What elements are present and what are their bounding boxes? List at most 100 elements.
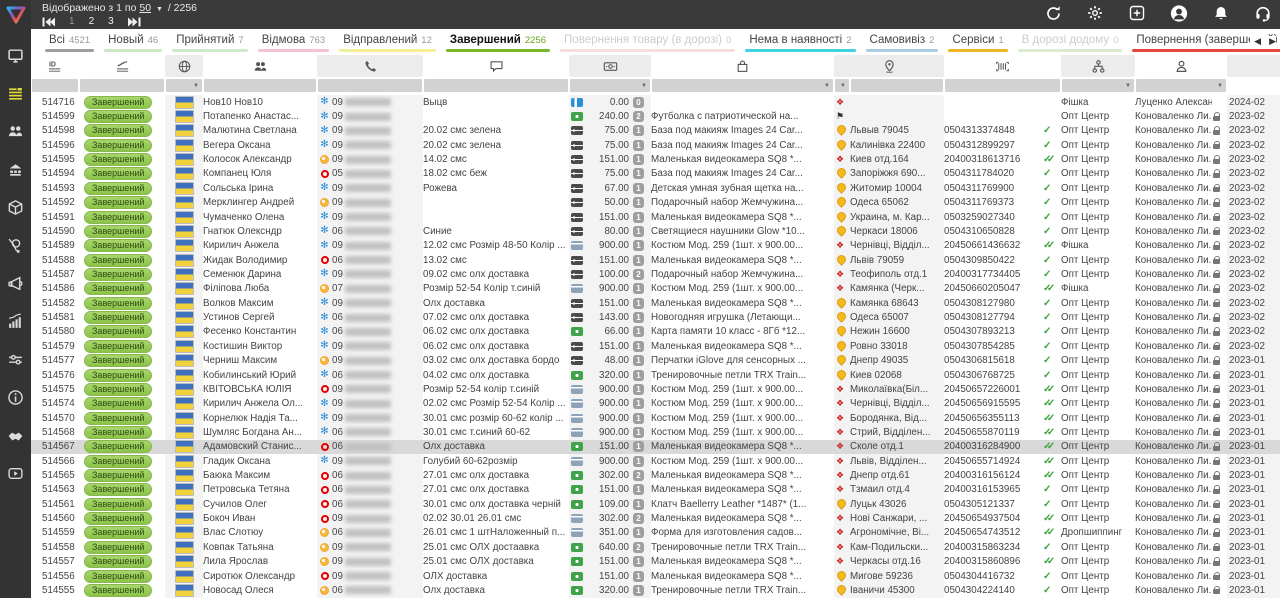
tab-сервіси[interactable]: Сервіси1 bbox=[948, 29, 1007, 52]
table-row[interactable]: 514599ЗавершенийПотапенко Анастас...✻092… bbox=[31, 109, 1280, 123]
tab-відправлений[interactable]: Відправлений12 bbox=[339, 29, 436, 52]
tab-нема-в-наявності[interactable]: Нема в наявності2 bbox=[745, 29, 855, 52]
filter-input-people-icon[interactable] bbox=[204, 79, 316, 92]
table-row[interactable]: 514594ЗавершенийКомпанец Юля0518.02 смс … bbox=[31, 167, 1280, 181]
bell-icon[interactable] bbox=[1212, 4, 1230, 22]
table-row[interactable]: 514593ЗавершенийСольська Ірина✻09Рожева6… bbox=[31, 181, 1280, 195]
table-row[interactable]: 514568ЗавершенийШумляс Богдана Ан...✻063… bbox=[31, 425, 1280, 439]
table-row[interactable]: 514591ЗавершенийЧумаченко Олена✻09151.00… bbox=[31, 210, 1280, 224]
tab-новый[interactable]: Новый46 bbox=[104, 29, 162, 52]
table-row[interactable]: 514557ЗавершенийЛила Ярослав0925.01 смс … bbox=[31, 555, 1280, 569]
per-page-dropdown[interactable]: 50 bbox=[139, 2, 151, 14]
header-bag-icon[interactable] bbox=[651, 55, 834, 77]
sidebar-item-stats-chart-icon[interactable] bbox=[0, 302, 31, 340]
table-row[interactable]: 514556ЗавершенийСиротюк Олександр09ОЛХ д… bbox=[31, 569, 1280, 583]
page-button-3[interactable]: 3 bbox=[108, 16, 114, 27]
filter-input-id-column-icon[interactable] bbox=[32, 79, 78, 92]
filter-input-globe-icon[interactable]: ▼ bbox=[166, 79, 202, 92]
add-window-icon[interactable] bbox=[1128, 4, 1146, 22]
table-row[interactable]: 514561ЗавершенийСучилов Олег0630.01 смс … bbox=[31, 497, 1280, 511]
table-row[interactable]: 514566ЗавершенийГладик Оксана✻09Голубий … bbox=[31, 454, 1280, 468]
table-row[interactable]: 514579ЗавершенийКостишин Виктор✻0906.02 … bbox=[31, 339, 1280, 353]
sidebar-item-products-box-icon[interactable] bbox=[0, 188, 31, 226]
filter-input-status-column-icon[interactable] bbox=[80, 79, 164, 92]
filter-input-money-icon[interactable]: ▼ bbox=[570, 79, 650, 92]
filter-input-location[interactable] bbox=[851, 79, 943, 92]
table-row[interactable]: 514555ЗавершенийНовосад Олеся06Олх доста… bbox=[31, 583, 1280, 597]
header-pin-icon[interactable] bbox=[834, 55, 944, 77]
filter-dropdown-icon[interactable]: ▼ bbox=[193, 83, 199, 89]
table-row[interactable]: 514587ЗавершенийСеменюк Дарина✻0909.02 с… bbox=[31, 267, 1280, 281]
table-row[interactable]: 514574ЗавершенийКирилич Анжела Ол...✻090… bbox=[31, 397, 1280, 411]
tab-в-дорозі-додому[interactable]: В дорозі додому0 bbox=[1018, 29, 1123, 52]
filter-dropdown-icon[interactable]: ▼ bbox=[824, 83, 830, 89]
sidebar-item-monitor-icon[interactable] bbox=[0, 36, 31, 74]
header-barcode-icon[interactable] bbox=[944, 55, 1061, 77]
filter-input-barcode-icon[interactable] bbox=[945, 79, 1060, 92]
tab-завершений[interactable]: Завершений2256 bbox=[446, 29, 550, 52]
sidebar-item-procurement-cart-icon[interactable] bbox=[0, 226, 31, 264]
filter-input-person-icon[interactable]: ▼ bbox=[1136, 79, 1226, 92]
tab-самовивіз[interactable]: Самовивіз2 bbox=[866, 29, 939, 52]
tab-scroll-left-icon[interactable]: ◀ bbox=[1254, 36, 1261, 47]
sidebar-item-marketing-megaphone-icon[interactable] bbox=[0, 264, 31, 302]
sidebar-item-people-icon[interactable] bbox=[0, 112, 31, 150]
table-row[interactable]: 514567ЗавершенийАдамовский Станис...06Ол… bbox=[31, 440, 1280, 454]
header-hierarchy-icon[interactable] bbox=[1061, 55, 1135, 77]
gear-icon[interactable] bbox=[1086, 4, 1104, 22]
table-row[interactable]: 514560ЗавершенийБокоч Иван0902.02 30.01 … bbox=[31, 511, 1280, 525]
first-page-button[interactable] bbox=[42, 17, 55, 27]
header-chat-icon[interactable] bbox=[423, 55, 569, 77]
filter-input-bag-icon[interactable]: ▼ bbox=[652, 79, 833, 92]
tab-scroll-right-icon[interactable]: ▶ bbox=[1269, 36, 1276, 47]
app-logo[interactable] bbox=[0, 0, 31, 30]
sidebar-item-company-icon[interactable] bbox=[0, 150, 31, 188]
filter-input-chat-icon[interactable] bbox=[424, 79, 568, 92]
header-id-column-icon[interactable]: ID bbox=[31, 55, 79, 77]
header-date-column[interactable] bbox=[1227, 55, 1280, 77]
header-status-column-icon[interactable] bbox=[79, 55, 165, 77]
table-row[interactable]: 514563ЗавершенийПетровська Тетяна0627.01… bbox=[31, 483, 1280, 497]
sidebar-item-video-tutorial-icon[interactable] bbox=[0, 454, 31, 492]
filter-input-phone-icon[interactable] bbox=[318, 79, 422, 92]
tab-всі[interactable]: Всі4521 bbox=[45, 29, 94, 52]
table-row[interactable]: 514576ЗавершенийКобилинський Юрий✻0604.0… bbox=[31, 368, 1280, 382]
table-row[interactable]: 514580ЗавершенийФесенко Константин✻0606.… bbox=[31, 325, 1280, 339]
table-row[interactable]: 514716ЗавершенийНов10 Нов10✻09Выцв0.000❖… bbox=[31, 95, 1280, 109]
tab-прийнятий[interactable]: Прийнятий7 bbox=[172, 29, 248, 52]
last-page-button[interactable] bbox=[128, 17, 141, 27]
header-money-icon[interactable] bbox=[569, 55, 651, 77]
filter-dropdown-icon[interactable]: ▼ bbox=[1125, 83, 1131, 89]
table-row[interactable]: 514575ЗавершенийКВІТОВСЬКА ЮЛІЯ09Розмір … bbox=[31, 382, 1280, 396]
page-button-1[interactable]: 1 bbox=[69, 16, 75, 27]
page-button-2[interactable]: 2 bbox=[89, 16, 95, 27]
table-row[interactable]: 514581ЗавершенийУстинов Сергей✻0607.02 с… bbox=[31, 310, 1280, 324]
headset-icon[interactable] bbox=[1254, 4, 1272, 22]
refresh-icon[interactable] bbox=[1044, 4, 1062, 22]
table-row[interactable]: 514590ЗавершенийГнатюк Олексндр✻06Синие8… bbox=[31, 224, 1280, 238]
tab-повернення-товару-в-дорозі-[interactable]: Повернення товару (в дорозі)0 bbox=[560, 29, 735, 52]
filter-input-hierarchy-icon[interactable]: ▼ bbox=[1062, 79, 1134, 92]
table-row[interactable]: 514589ЗавершенийКирилич Анжела✻0912.02 с… bbox=[31, 239, 1280, 253]
table-row[interactable]: 514592ЗавершенийМерклингер Андрей0950.00… bbox=[31, 196, 1280, 210]
table-row[interactable]: 514588ЗавершенийЖидак Володимир0613.02 с… bbox=[31, 253, 1280, 267]
header-person-icon[interactable] bbox=[1135, 55, 1227, 77]
table-row[interactable]: 514582ЗавершенийВолков Максим✻09Олх дост… bbox=[31, 296, 1280, 310]
filter-dropdown-icon[interactable]: ▼ bbox=[840, 83, 846, 89]
table-row[interactable]: 514559ЗавершенийВлас Слотюу0626.01 смс 1… bbox=[31, 526, 1280, 540]
header-people-icon[interactable] bbox=[203, 55, 317, 77]
filter-dropdown-icon[interactable]: ▼ bbox=[641, 83, 647, 89]
header-phone-icon[interactable] bbox=[317, 55, 423, 77]
sidebar-item-info-icon[interactable] bbox=[0, 378, 31, 416]
avatar[interactable] bbox=[1170, 4, 1188, 22]
sidebar-item-partners-handshake-icon[interactable] bbox=[0, 416, 31, 454]
header-globe-icon[interactable] bbox=[165, 55, 203, 77]
filter-dropdown-icon[interactable]: ▼ bbox=[1217, 83, 1223, 89]
table-row[interactable]: 514595ЗавершенийКолосок Александр0914.02… bbox=[31, 152, 1280, 166]
tab-відмова[interactable]: Відмова763 bbox=[258, 29, 329, 52]
table-row[interactable]: 514565ЗавершенийБаюка Максим0627.01 смс … bbox=[31, 468, 1280, 482]
table-row[interactable]: 514596ЗавершенийВегера Оксана✻0920.02 см… bbox=[31, 138, 1280, 152]
table-row[interactable]: 514558ЗавершенийКовпак Татьяна0925.01 см… bbox=[31, 540, 1280, 554]
table-row[interactable]: 514598ЗавершенийМалютина Светлана✻0920.0… bbox=[31, 124, 1280, 138]
sidebar-item-orders-list-icon[interactable] bbox=[0, 74, 31, 112]
